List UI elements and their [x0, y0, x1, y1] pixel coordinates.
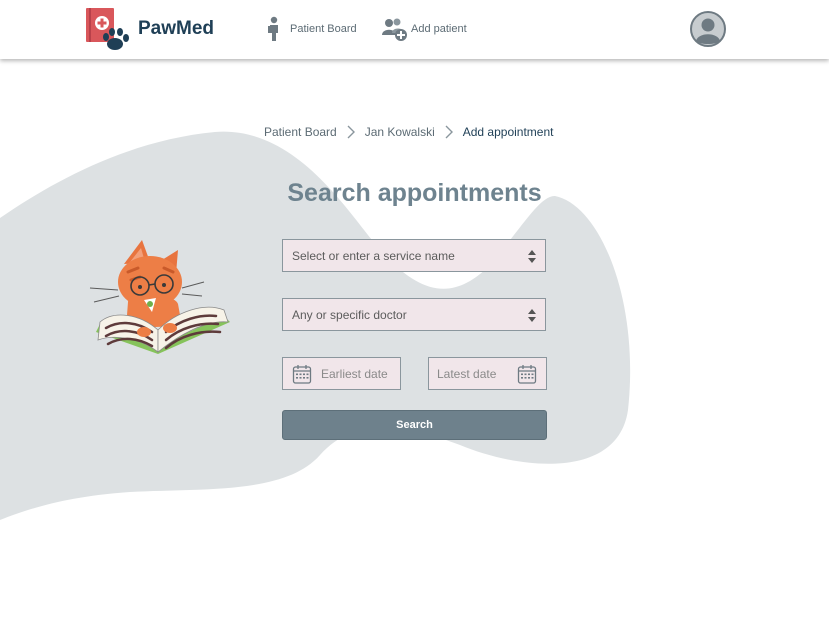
breadcrumb-patient-name[interactable]: Jan Kowalski [365, 125, 435, 139]
latest-date-placeholder: Latest date [437, 367, 497, 381]
nav-patient-board-label: Patient Board [290, 23, 357, 35]
calendar-icon [292, 365, 312, 384]
calendar-icon [517, 365, 537, 384]
cat-reading-book-illustration [89, 240, 230, 354]
search-button[interactable]: Search [282, 410, 547, 440]
breadcrumb-current: Add appointment [462, 125, 554, 139]
service-select-placeholder: Select or enter a service name [292, 249, 455, 263]
breadcrumb: Patient Board Jan Kowalski Add appointme… [264, 125, 553, 139]
earliest-date-placeholder: Earliest date [321, 367, 388, 381]
doctor-select-placeholder: Any or specific doctor [292, 308, 407, 322]
chevron-right-icon [445, 125, 453, 139]
app-name[interactable]: PawMed [138, 18, 214, 40]
sort-arrows-icon [528, 309, 536, 322]
service-select[interactable]: Select or enter a service name [282, 239, 546, 272]
nav-patient-board[interactable]: Patient Board [264, 15, 357, 43]
person-icon [268, 16, 278, 41]
pawmed-logo-icon[interactable] [85, 6, 129, 52]
latest-date-input[interactable]: Latest date [428, 357, 547, 390]
breadcrumb-patient-board[interactable]: Patient Board [264, 125, 337, 139]
chevron-right-icon [347, 125, 355, 139]
doctor-select[interactable]: Any or specific doctor [282, 298, 546, 331]
top-navigation-bar: PawMed Patient Board Add patient [0, 0, 829, 59]
earliest-date-input[interactable]: Earliest date [282, 357, 401, 390]
nav-add-patient-label: Add patient [411, 23, 467, 35]
user-avatar-icon[interactable] [690, 11, 726, 47]
nav-add-patient[interactable]: Add patient [381, 15, 467, 43]
sort-arrows-icon [528, 250, 536, 263]
page-title: Search appointments [287, 179, 542, 207]
add-user-icon [382, 18, 407, 41]
